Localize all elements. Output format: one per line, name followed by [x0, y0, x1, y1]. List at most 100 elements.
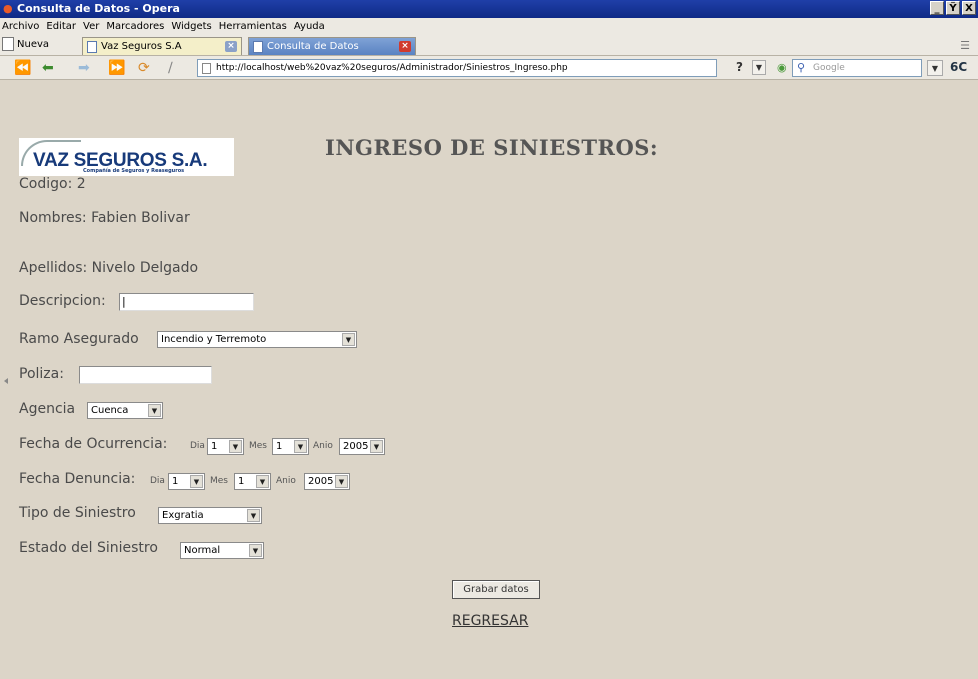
- denuncia-anio-select[interactable]: 2005 ▼: [304, 473, 350, 490]
- ocurrencia-mes-value: 1: [276, 441, 283, 452]
- menu-widgets[interactable]: Widgets: [171, 21, 211, 32]
- denuncia-dia-value: 1: [172, 476, 179, 487]
- tab-label: Consulta de Datos: [267, 41, 359, 52]
- tab-label: Vaz Seguros S.A: [101, 41, 182, 52]
- grabar-datos-button[interactable]: Grabar datos: [452, 580, 540, 599]
- denuncia-anio-value: 2005: [308, 476, 334, 487]
- search-engine-dropdown-icon[interactable]: ▼: [927, 60, 943, 76]
- opera-icon: ●: [3, 2, 13, 15]
- minimize-button[interactable]: _: [930, 1, 944, 15]
- menu-marcadores[interactable]: Marcadores: [106, 21, 164, 32]
- tab-consulta-datos[interactable]: Consulta de Datos ×: [248, 37, 416, 55]
- chevron-down-icon: ▼: [335, 475, 348, 488]
- agencia-selected: Cuenca: [91, 405, 129, 416]
- estado-siniestro-label: Estado del Siniestro: [19, 540, 158, 556]
- ramo-select[interactable]: Incendio y Terremoto ▼: [157, 331, 357, 348]
- ocurrencia-anio-select[interactable]: 2005 ▼: [339, 438, 385, 455]
- denuncia-mes-value: 1: [238, 476, 245, 487]
- menu-archivo[interactable]: Archivo: [2, 21, 39, 32]
- help-dropdown-icon[interactable]: ▼: [752, 60, 766, 75]
- new-document-icon: [2, 37, 14, 51]
- agencia-label: Agencia: [19, 401, 76, 417]
- ocurrencia-mes-select[interactable]: 1 ▼: [272, 438, 309, 455]
- window-title: Consulta de Datos - Opera: [17, 2, 180, 15]
- denuncia-mes-select[interactable]: 1 ▼: [234, 473, 271, 490]
- resize-marker-icon: [4, 378, 8, 384]
- window-titlebar: ● Consulta de Datos - Opera _ Ÿ X: [0, 0, 978, 18]
- url-text: http://localhost/web%20vaz%20seguros/Adm…: [216, 63, 568, 73]
- address-bar[interactable]: http://localhost/web%20vaz%20seguros/Adm…: [197, 59, 717, 77]
- window-controls: _ Ÿ X: [930, 1, 976, 15]
- forward-arrow-icon[interactable]: ➡: [78, 60, 90, 76]
- chevron-down-icon: ▼: [249, 544, 262, 557]
- descripcion-label: Descripcion:: [19, 293, 106, 309]
- tipo-siniestro-label: Tipo de Siniestro: [19, 505, 136, 521]
- tipo-siniestro-select[interactable]: Exgratia ▼: [158, 507, 262, 524]
- search-icon: ⚲: [797, 61, 806, 74]
- dia-label: Dia: [190, 441, 205, 451]
- chevron-down-icon: ▼: [256, 475, 269, 488]
- close-button[interactable]: X: [962, 1, 976, 15]
- menu-editar[interactable]: Editar: [46, 21, 76, 32]
- reload-icon[interactable]: ⟳: [138, 60, 150, 76]
- fast-forward-icon[interactable]: ⏩: [108, 60, 125, 76]
- help-icon[interactable]: ?: [736, 60, 743, 74]
- fecha-denuncia-label: Fecha Denuncia:: [19, 471, 136, 487]
- chevron-down-icon: ▼: [370, 440, 383, 453]
- back-arrow-icon[interactable]: ⬅: [42, 60, 54, 76]
- menu-bar: Archivo Editar Ver Marcadores Widgets He…: [0, 18, 978, 34]
- zoom-glasses-icon[interactable]: 6Ϲ: [950, 60, 967, 74]
- tab-close-icon[interactable]: ×: [399, 41, 411, 52]
- page-icon: [87, 41, 97, 53]
- dia-label: Dia: [150, 476, 165, 486]
- feed-icon[interactable]: ◉: [777, 61, 787, 74]
- ocurrencia-dia-select[interactable]: 1 ▼: [207, 438, 244, 455]
- apellidos-text: Apellidos: Nivelo Delgado: [19, 260, 199, 276]
- poliza-input[interactable]: [79, 366, 212, 384]
- ramo-selected: Incendio y Terremoto: [161, 334, 267, 345]
- menu-ver[interactable]: Ver: [83, 21, 99, 32]
- anio-label: Anio: [276, 476, 296, 486]
- search-input[interactable]: ⚲ Google: [792, 59, 922, 77]
- rewind-icon[interactable]: ⏪: [14, 60, 31, 76]
- estado-siniestro-select[interactable]: Normal ▼: [180, 542, 264, 559]
- tipo-siniestro-selected: Exgratia: [162, 510, 204, 521]
- agencia-select[interactable]: Cuenca ▼: [87, 402, 163, 419]
- codigo-text: Codigo: 2: [19, 176, 86, 192]
- chevron-down-icon: ▼: [294, 440, 307, 453]
- tab-bar: Nueva Vaz Seguros S.A × Consulta de Dato…: [0, 34, 978, 56]
- menu-herramientas[interactable]: Herramientas: [219, 21, 287, 32]
- estado-siniestro-selected: Normal: [184, 545, 221, 556]
- ocurrencia-anio-value: 2005: [343, 441, 369, 452]
- maximize-button[interactable]: Ÿ: [946, 1, 960, 15]
- mes-label: Mes: [249, 441, 267, 451]
- mes-label: Mes: [210, 476, 228, 486]
- page-icon: [253, 41, 263, 53]
- search-placeholder: Google: [813, 63, 845, 73]
- regresar-link[interactable]: REGRESAR: [452, 613, 528, 629]
- ramo-label: Ramo Asegurado: [19, 331, 139, 347]
- chevron-down-icon: ▼: [190, 475, 203, 488]
- tab-close-icon[interactable]: ×: [225, 41, 237, 52]
- tab-menu-icon[interactable]: ☰: [960, 39, 970, 52]
- ocurrencia-dia-value: 1: [211, 441, 218, 452]
- fecha-ocurrencia-label: Fecha de Ocurrencia:: [19, 436, 168, 452]
- chevron-down-icon: ▼: [247, 509, 260, 522]
- tab-vaz-seguros[interactable]: Vaz Seguros S.A ×: [82, 37, 242, 55]
- anio-label: Anio: [313, 441, 333, 451]
- chevron-down-icon: ▼: [342, 333, 355, 346]
- new-tab-label: Nueva: [17, 38, 50, 50]
- poliza-label: Poliza:: [19, 366, 64, 382]
- menu-ayuda[interactable]: Ayuda: [294, 21, 325, 32]
- logo-tagline: Compañía de Seguros y Reaseguros: [83, 168, 185, 174]
- nombres-text: Nombres: Fabien Bolivar: [19, 210, 190, 226]
- chevron-down-icon: ▼: [229, 440, 242, 453]
- denuncia-dia-select[interactable]: 1 ▼: [168, 473, 205, 490]
- navigation-bar: ⏪ ⬅ ➡ ⏩ ⟳ ∕ http://localhost/web%20vaz%2…: [0, 56, 978, 80]
- page-icon: [202, 63, 211, 74]
- chevron-down-icon: ▼: [148, 404, 161, 417]
- new-tab-button[interactable]: Nueva: [2, 37, 49, 51]
- edit-icon[interactable]: ∕: [168, 60, 173, 76]
- company-logo: VAZ SEGUROS S.A. Compañía de Seguros y R…: [19, 138, 234, 176]
- descripcion-input[interactable]: |: [119, 293, 254, 311]
